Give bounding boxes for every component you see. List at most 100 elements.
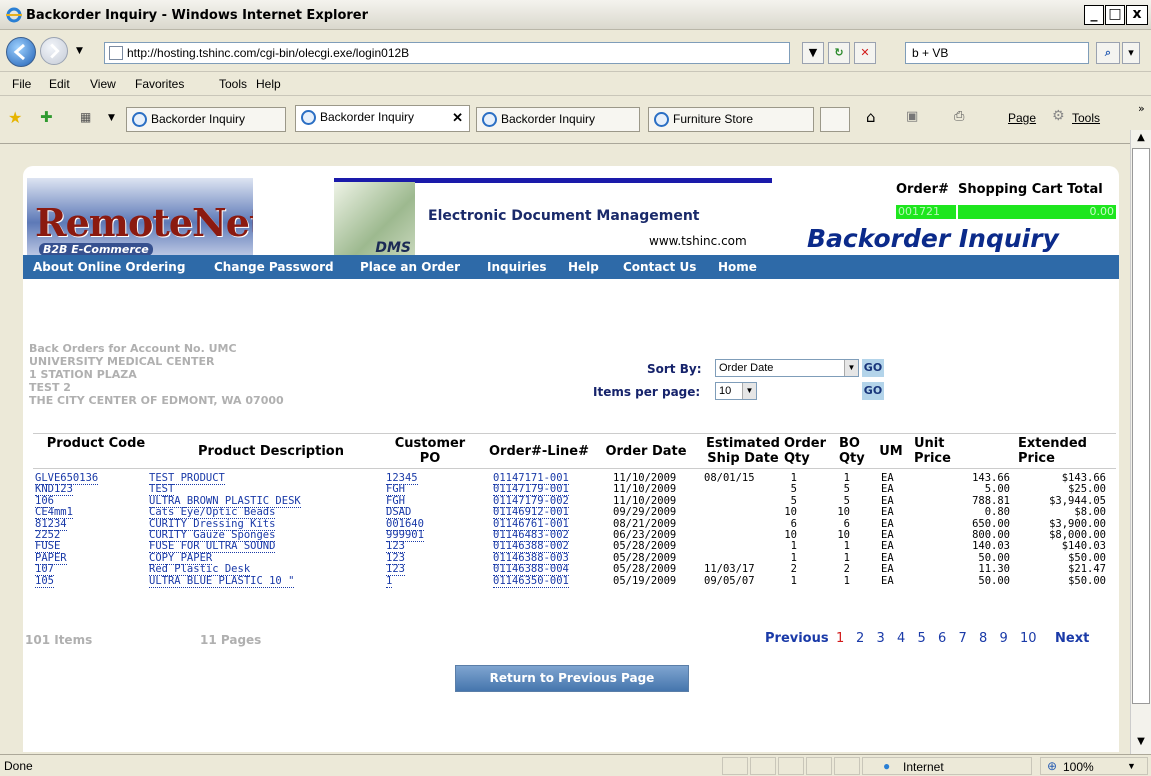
unit-price-cell: 11.30	[978, 563, 1010, 576]
menu-edit[interactable]: Edit	[49, 77, 70, 91]
table-header: Product Code Product Description Custome…	[33, 433, 1116, 469]
current-page: 1	[836, 631, 845, 646]
ship-date-cell: 09/05/07	[704, 574, 755, 587]
sort-by-select[interactable]: Order Date ▼	[715, 359, 859, 377]
zoom-pane[interactable]: ⊕ 100% ▼	[1040, 757, 1148, 775]
menu-file[interactable]: File	[12, 77, 31, 91]
close-window-button[interactable]: x	[1126, 5, 1148, 25]
scroll-down-icon[interactable]: ▼	[1133, 736, 1149, 750]
quick-tabs-icon[interactable]: ▦	[80, 110, 91, 124]
um-cell: EA	[881, 506, 894, 519]
tab-furniture-store[interactable]: Furniture Store	[648, 107, 814, 132]
bo-qty-cell: 1	[843, 540, 850, 553]
nav-inquiries[interactable]: Inquiries	[487, 260, 547, 274]
product-description-link[interactable]: ULTRA BLUE PLASTIC 10 "	[149, 575, 295, 588]
minimize-button[interactable]: _	[1084, 5, 1104, 25]
extended-price-cell: $8,000.00	[1049, 529, 1106, 541]
tab-label: Furniture Store	[673, 112, 754, 126]
maximize-button[interactable]: □	[1105, 5, 1125, 25]
sort-go-button[interactable]: GO	[862, 359, 884, 377]
col-extended-price: Extended Price	[1018, 436, 1087, 466]
nav-change-password[interactable]: Change Password	[214, 260, 334, 274]
page-link[interactable]: 2	[856, 631, 864, 646]
forward-button[interactable]	[40, 37, 68, 65]
page-link[interactable]: 4	[897, 631, 905, 646]
um-cell: EA	[881, 472, 894, 484]
nav-home[interactable]: Home	[718, 260, 757, 274]
address-bar[interactable]: http://hosting.tshinc.com/cgi-bin/olecgi…	[104, 42, 790, 64]
page-link[interactable]: 8	[979, 631, 987, 646]
menu-view[interactable]: View	[90, 77, 116, 91]
new-tab-button[interactable]	[820, 107, 850, 132]
page-link[interactable]: 7	[959, 631, 967, 646]
col-bo-qty: BO Qty	[839, 436, 865, 466]
page-link[interactable]: 3	[877, 631, 885, 646]
extended-price-cell: $140.03	[1061, 540, 1106, 553]
tools-menu[interactable]: Tools	[1072, 111, 1100, 125]
title-bar: Backorder Inquiry - Windows Internet Exp…	[0, 0, 1151, 30]
tab-backorder-3[interactable]: Backorder Inquiry	[476, 107, 640, 132]
search-options-icon[interactable]: ▾	[1122, 42, 1140, 64]
tab-label: Backorder Inquiry	[320, 110, 415, 124]
gear-icon: ⚙	[1052, 108, 1065, 124]
stop-button[interactable]: ✕	[854, 42, 876, 64]
search-icon[interactable]: ⌕	[1096, 42, 1120, 64]
zone-pane: ● Internet	[862, 757, 1032, 775]
chevron-right-icon[interactable]: »	[1138, 102, 1145, 115]
order-line-link[interactable]: 01146350-001	[493, 575, 569, 588]
tab-backorder-active[interactable]: Backorder Inquiry ✕	[295, 105, 470, 132]
bo-qty-cell: 1	[843, 551, 850, 564]
add-favorites-icon[interactable]: ✚	[40, 108, 53, 126]
favorites-star-icon[interactable]: ★	[8, 108, 22, 127]
scroll-thumb[interactable]	[1132, 148, 1150, 704]
zoom-dropdown-icon[interactable]: ▼	[1127, 761, 1136, 771]
page-link[interactable]: 5	[918, 631, 926, 646]
tab-backorder-1[interactable]: Backorder Inquiry	[126, 107, 286, 132]
nav-about-ordering[interactable]: About Online Ordering	[33, 260, 185, 274]
next-link[interactable]: Next	[1055, 631, 1089, 646]
customer-po-link[interactable]: 1	[386, 575, 393, 588]
home-icon[interactable]: ⌂	[866, 108, 876, 126]
print-icon[interactable]: ⎙	[954, 109, 964, 124]
search-input[interactable]: b + VB	[905, 42, 1089, 64]
page-menu[interactable]: Page	[1008, 111, 1036, 125]
return-previous-button[interactable]: Return to Previous Page	[455, 665, 689, 692]
history-dropdown-icon[interactable]: ▼	[76, 46, 83, 56]
product-code-link[interactable]: 105	[35, 575, 54, 588]
tab-label: Backorder Inquiry	[501, 112, 596, 126]
unit-price-cell: 5.00	[984, 483, 1010, 496]
page-link[interactable]: 6	[938, 631, 946, 646]
status-pane	[750, 757, 776, 775]
items-per-page-select[interactable]: 10 ▼	[715, 382, 757, 400]
items-per-page-value: 10	[719, 385, 732, 397]
tab-list-icon[interactable]: ▼	[108, 113, 115, 123]
ipp-go-button[interactable]: GO	[862, 382, 884, 400]
cart-total-value: 0.00	[958, 205, 1116, 219]
page-link[interactable]: 9	[1000, 631, 1008, 646]
col-product-code: Product Code	[46, 436, 146, 451]
menu-help[interactable]: Help	[256, 77, 281, 91]
previous-link[interactable]: Previous	[765, 631, 829, 646]
nav-contact-us[interactable]: Contact Us	[623, 260, 696, 274]
close-tab-icon[interactable]: ✕	[452, 106, 463, 129]
order-date-cell: 05/28/2009	[613, 540, 677, 553]
order-qty-cell: 10	[784, 506, 797, 519]
scroll-up-icon[interactable]: ▲	[1133, 132, 1149, 146]
nav-place-order[interactable]: Place an Order	[360, 260, 460, 274]
menu-tools[interactable]: Tools	[219, 77, 247, 91]
feeds-icon[interactable]: ▣	[906, 109, 918, 124]
um-cell: EA	[881, 529, 894, 541]
page-icon	[109, 46, 123, 60]
nav-help[interactable]: Help	[568, 260, 599, 274]
order-date-cell: 06/23/2009	[613, 529, 677, 541]
um-cell: EA	[881, 551, 894, 564]
back-button[interactable]	[6, 37, 36, 67]
page-link[interactable]: 10	[1020, 631, 1037, 646]
vertical-scrollbar[interactable]: ▲ ▼	[1130, 130, 1151, 754]
refresh-button[interactable]: ↻	[828, 42, 850, 64]
items-per-page-label: Items per page:	[593, 385, 701, 399]
address-dropdown-icon[interactable]: ▼	[802, 42, 824, 64]
cart-total-label: Shopping Cart Total	[958, 182, 1103, 197]
status-text: Done	[4, 759, 33, 773]
menu-favorites[interactable]: Favorites	[135, 77, 184, 91]
